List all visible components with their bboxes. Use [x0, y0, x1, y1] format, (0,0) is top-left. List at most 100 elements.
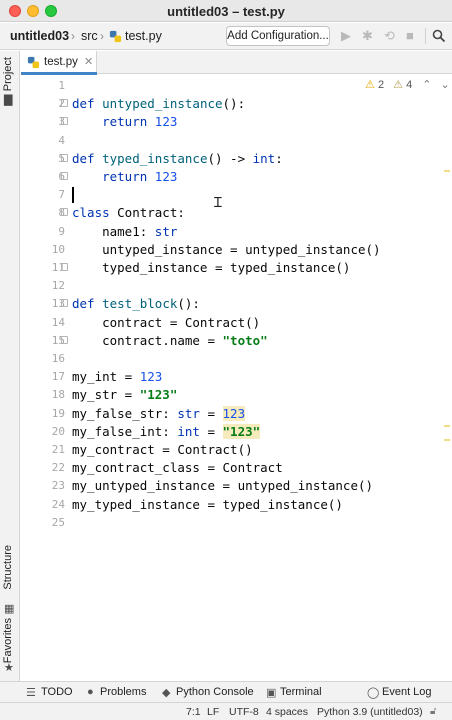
fold-marker-icon[interactable]	[61, 335, 68, 344]
line-number: 25	[51, 515, 65, 529]
fold-marker-icon[interactable]	[61, 117, 68, 126]
code-line[interactable]: 16	[21, 350, 452, 368]
code-line[interactable]: 10 untyped_instance = untyped_instance()	[21, 241, 452, 259]
text-caret	[72, 187, 74, 204]
code-line[interactable]: 18 my_str = "123"	[21, 386, 452, 404]
inspection-widget[interactable]: ⚠ 2 ⚠ 4 ⌃ ⌄	[365, 78, 450, 91]
code-line[interactable]: 17 my_int = 123	[21, 368, 452, 386]
code-token: def	[72, 296, 103, 312]
line-number: 4	[58, 133, 65, 147]
lock-icon[interactable]: 🔓︎	[430, 706, 436, 717]
code-text: def untyped_instance():	[72, 96, 245, 111]
structure-tool-button[interactable]: Structure	[2, 545, 14, 590]
code-token: contract = Contract()	[72, 314, 261, 330]
line-number: 14	[51, 315, 65, 329]
code-text: my_untyped_instance = untyped_instance()	[72, 478, 373, 493]
code-line[interactable]: 14 contract = Contract()	[21, 314, 452, 332]
breadcrumb-project[interactable]: untitled03	[10, 29, 69, 43]
tab-label: test.py	[44, 56, 78, 68]
breadcrumb-folder[interactable]: src	[81, 29, 98, 43]
code-text: def typed_instance() -> int:	[72, 151, 283, 166]
code-text: def test_block():	[72, 296, 200, 311]
caret-position[interactable]: 7:1	[186, 706, 201, 718]
line-number: 24	[51, 497, 65, 511]
code-token: ():	[222, 96, 246, 112]
event-log-tool-button[interactable]: Event Log	[382, 686, 432, 698]
code-line[interactable]: 7	[21, 186, 452, 204]
code-line[interactable]: 2 def untyped_instance():	[21, 95, 452, 113]
code-text: my_contract = Contract()	[72, 442, 253, 457]
code-line[interactable]: 24 my_typed_instance = typed_instance()	[21, 496, 452, 514]
code-line[interactable]: 22 my_contract_class = Contract	[21, 459, 452, 477]
code-token: class	[72, 205, 118, 221]
code-text: contract.name = "toto"	[72, 333, 268, 348]
code-line[interactable]: 25	[21, 514, 452, 532]
bottom-tool-bar: ☰ TODO ● Problems ◆ Python Console ▣ Ter…	[0, 681, 452, 702]
code-token: untyped_instance = untyped_instance()	[72, 241, 381, 257]
code-line[interactable]: 20 my_false_int: int = "123"	[21, 423, 452, 441]
code-line[interactable]: 19 my_false_str: str = 123	[21, 405, 452, 423]
fold-marker-icon[interactable]	[61, 99, 68, 108]
breadcrumb-file[interactable]: test.py	[125, 29, 162, 43]
coverage-icon[interactable]: ⟲	[384, 29, 395, 43]
code-token: =	[199, 423, 223, 439]
python-interpreter[interactable]: Python 3.9 (untitled03)	[317, 706, 423, 718]
terminal-tool-button[interactable]: Terminal	[280, 686, 322, 698]
close-tab-icon[interactable]: ✕	[84, 55, 93, 68]
line-number: 9	[58, 224, 65, 238]
tab-test-py[interactable]: test.py ✕	[21, 51, 97, 75]
code-line[interactable]: 11 typed_instance = typed_instance()	[21, 259, 452, 277]
code-token: ():	[177, 296, 200, 312]
indent-setting[interactable]: 4 spaces	[266, 706, 308, 718]
search-icon[interactable]	[432, 29, 446, 43]
fold-marker-icon[interactable]	[61, 263, 68, 271]
code-line[interactable]: 8 class Contract:	[21, 204, 452, 222]
weak-warning-count: 4	[406, 79, 413, 91]
code-line[interactable]: 21 my_contract = Contract()	[21, 441, 452, 459]
code-token: my_untyped_instance = untyped_instance()	[72, 478, 374, 494]
line-number: 19	[51, 406, 65, 420]
window-titlebar: untitled03 – test.py	[0, 0, 452, 22]
line-number: 3	[58, 115, 65, 129]
todo-tool-button[interactable]: TODO	[41, 686, 73, 698]
code-token: typed_instance = typed_instance()	[72, 260, 351, 275]
previous-highlight-icon[interactable]: ⌃	[422, 79, 431, 91]
fold-marker-icon[interactable]	[61, 153, 68, 162]
code-line[interactable]: 4	[21, 132, 452, 150]
problems-tool-button[interactable]: Problems	[100, 686, 146, 698]
todo-icon: ☰	[26, 687, 36, 699]
add-configuration-button[interactable]: Add Configuration...	[226, 26, 330, 46]
code-line[interactable]: 6 return 123	[21, 168, 452, 186]
code-line[interactable]: 13 def test_block():	[21, 295, 452, 313]
code-token: return	[102, 169, 155, 184]
code-line[interactable]: 3 return 123	[21, 113, 452, 131]
line-separator[interactable]: LF	[207, 706, 219, 718]
code-token: test_block	[102, 296, 178, 312]
scrollbar-warning-mark[interactable]	[444, 439, 450, 441]
code-text: my_false_str: str = 123	[72, 405, 246, 421]
file-encoding[interactable]: UTF-8	[229, 706, 259, 718]
next-highlight-icon[interactable]: ⌄	[441, 79, 450, 91]
run-icon[interactable]: ▶	[341, 29, 351, 43]
code-token: () ->	[207, 150, 253, 166]
code-line[interactable]: 12	[21, 277, 452, 295]
python-console-tool-button[interactable]: Python Console	[176, 686, 254, 698]
stop-icon[interactable]: ■	[406, 29, 414, 43]
scrollbar-warning-mark[interactable]	[444, 425, 450, 427]
favorites-tool-button[interactable]: Favorites	[2, 618, 14, 663]
fold-marker-icon[interactable]	[61, 208, 68, 217]
code-line[interactable]: 23 my_untyped_instance = untyped_instance…	[21, 477, 452, 495]
scrollbar-warning-mark[interactable]	[444, 170, 450, 172]
code-text: return 123	[72, 114, 177, 129]
code-line[interactable]: 15 contract.name = "toto"	[21, 332, 452, 350]
mouse-ibeam-cursor: Ɪ	[214, 195, 222, 211]
code-text: my_contract_class = Contract	[72, 460, 283, 475]
fold-marker-icon[interactable]	[61, 172, 68, 180]
fold-marker-icon[interactable]	[61, 299, 68, 308]
line-number: 7	[58, 188, 65, 202]
code-line[interactable]: 9 name1: str	[21, 223, 452, 241]
debug-icon[interactable]: ✱	[362, 29, 373, 43]
project-tool-button[interactable]: Project	[2, 57, 14, 91]
code-line[interactable]: 5 def typed_instance() -> int:	[21, 150, 452, 168]
code-editor[interactable]: 1 2 def untyped_instance(): 3 return 123 4 5 d…	[21, 75, 452, 681]
